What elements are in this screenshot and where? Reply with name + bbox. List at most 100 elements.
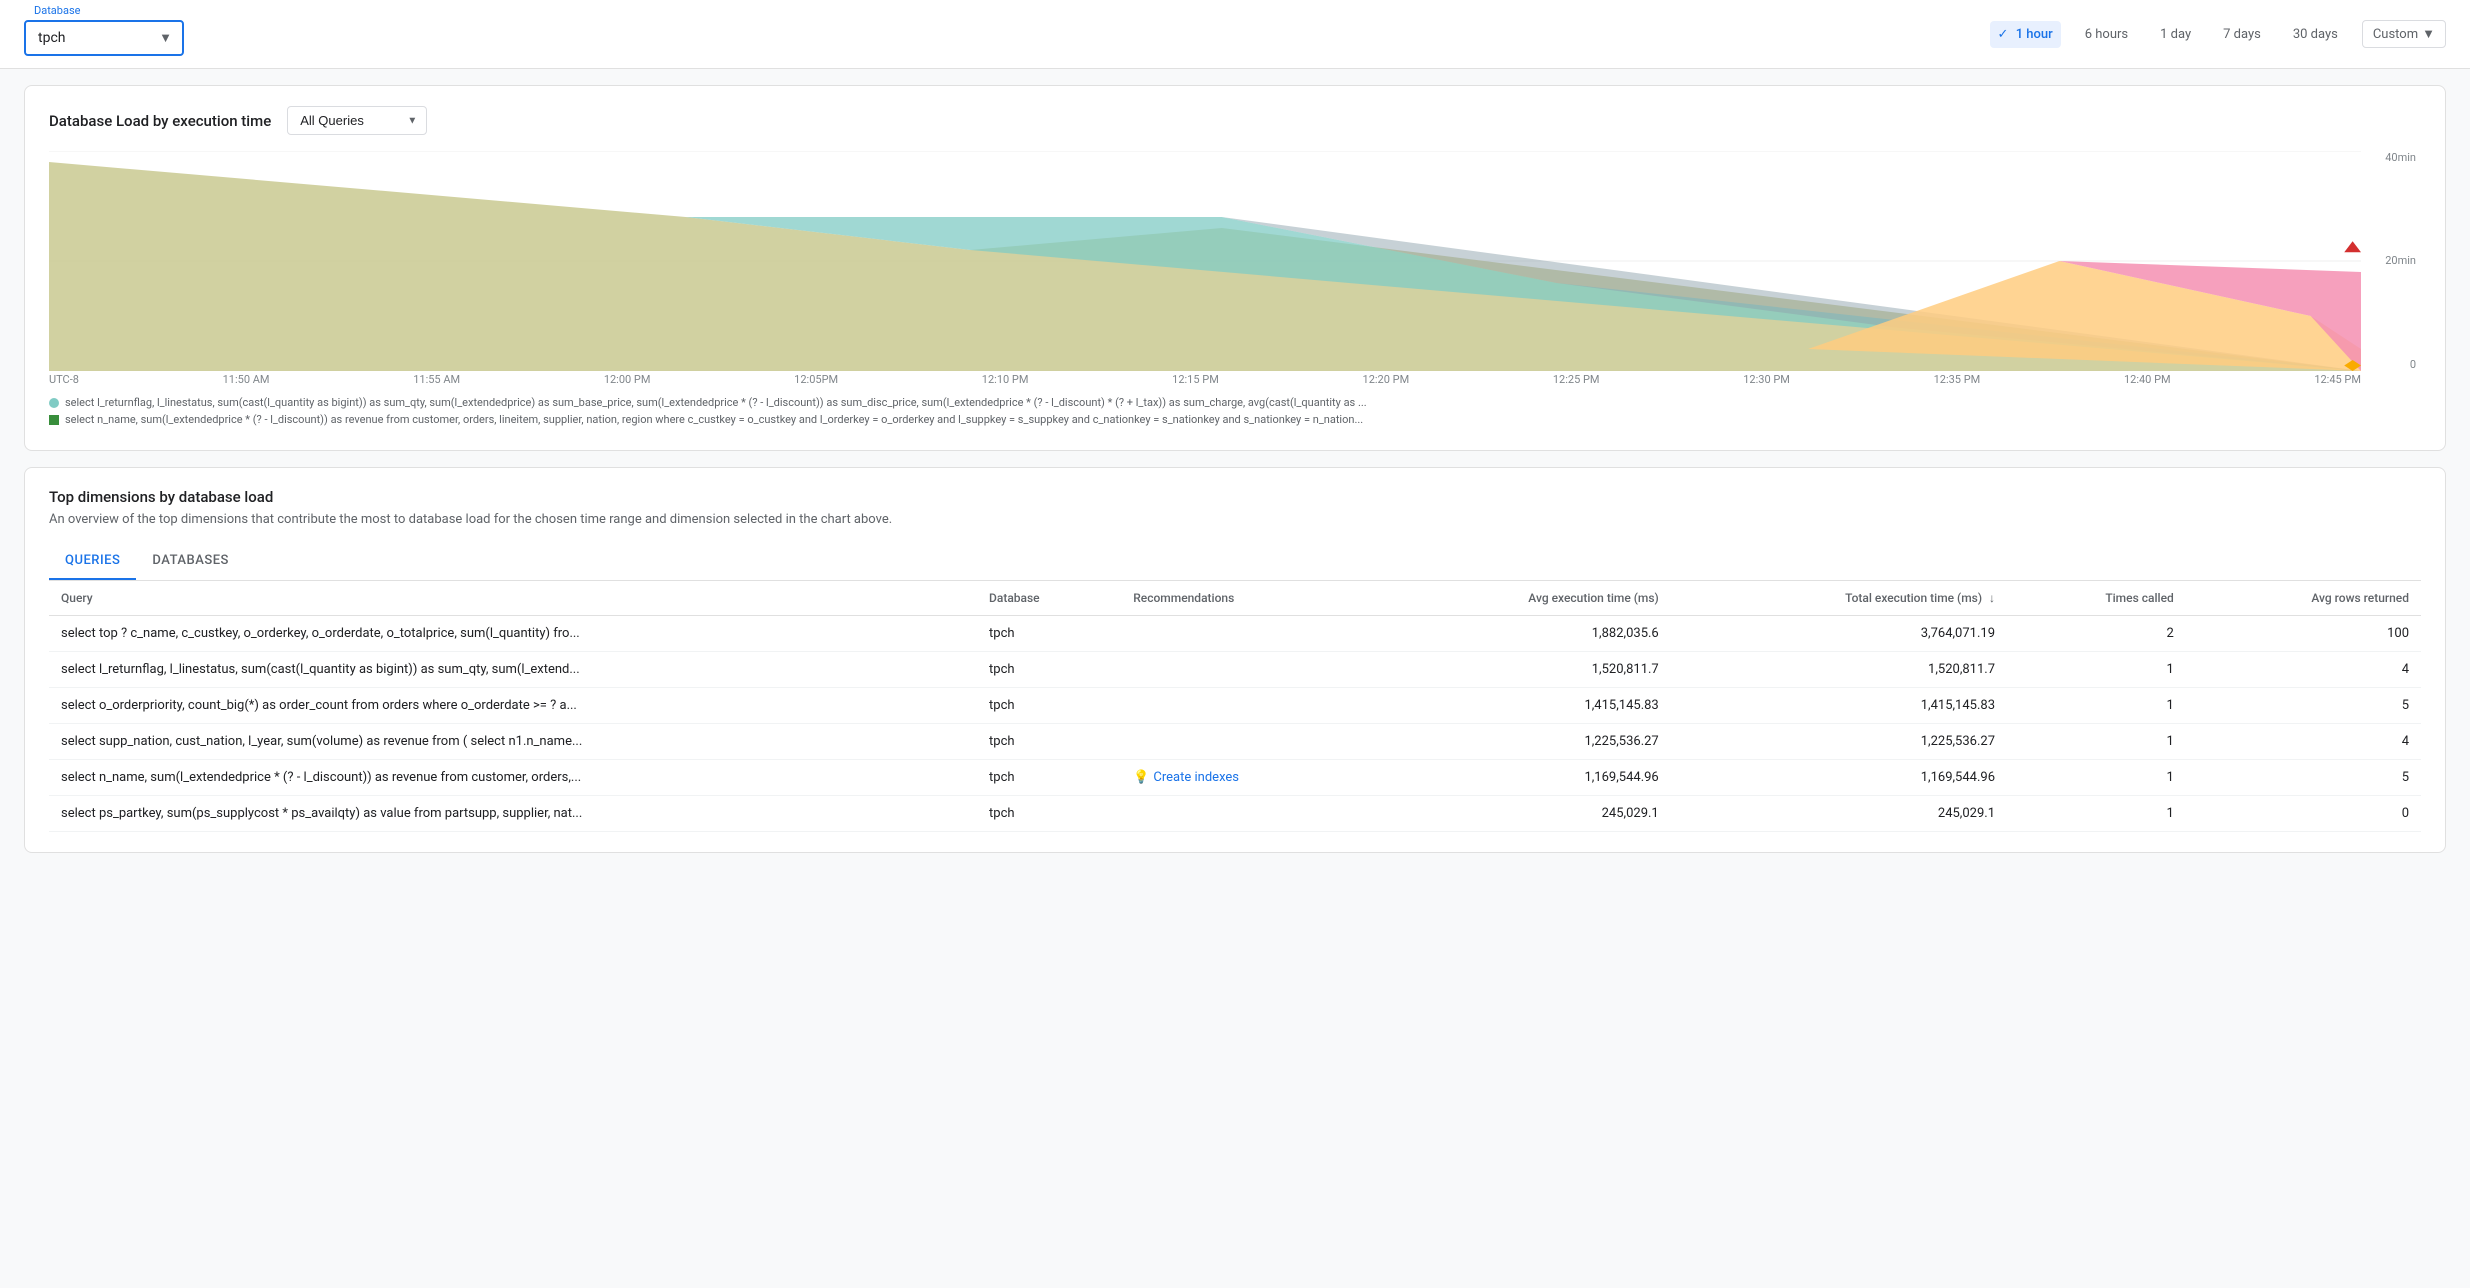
db-cell-0: tpch xyxy=(977,616,1121,652)
time-option-1d[interactable]: 1 day xyxy=(2152,21,2199,48)
rec-cell-2 xyxy=(1121,688,1372,724)
avg-rows-cell-4: 5 xyxy=(2186,760,2421,796)
section-description: An overview of the top dimensions that c… xyxy=(49,512,2421,527)
avg-exec-cell-1: 1,520,811.7 xyxy=(1372,652,1671,688)
th-avg-rows: Avg rows returned xyxy=(2186,581,2421,616)
db-cell-4: tpch xyxy=(977,760,1121,796)
create-indexes-link[interactable]: 💡 Create indexes xyxy=(1133,770,1360,785)
th-avg-exec: Avg execution time (ms) xyxy=(1372,581,1671,616)
time-option-custom[interactable]: Custom ▼ xyxy=(2362,20,2446,48)
table-body: select top ? c_name, c_custkey, o_orderk… xyxy=(49,616,2421,832)
chart-card-header: Database Load by execution time All Quer… xyxy=(49,106,2421,135)
table-row: select l_returnflag, l_linestatus, sum(c… xyxy=(49,652,2421,688)
table-row: select o_orderpriority, count_big(*) as … xyxy=(49,688,2421,724)
time-option-1h[interactable]: ✓ 1 hour xyxy=(1990,21,2061,48)
legend-text-0: select l_returnflag, l_linestatus, sum(c… xyxy=(65,396,1367,409)
x-label-7: 12:20 PM xyxy=(1363,373,1410,386)
queries-table: Query Database Recommendations Avg execu… xyxy=(49,581,2421,832)
th-recommendations: Recommendations xyxy=(1121,581,1372,616)
y-label-bottom: 0 xyxy=(2410,358,2416,371)
x-label-5: 12:10 PM xyxy=(982,373,1029,386)
top-bar: Database tpch ▼ ✓ 1 hour 6 hours 1 day 7… xyxy=(0,0,2470,69)
db-cell-5: tpch xyxy=(977,796,1121,832)
times-cell-2: 1 xyxy=(2007,688,2186,724)
x-label-3: 12:00 PM xyxy=(604,373,651,386)
x-label-12: 12:45 PM xyxy=(2314,373,2361,386)
th-database: Database xyxy=(977,581,1121,616)
legend-dot-0 xyxy=(49,398,59,408)
query-filter-select[interactable]: All Queries Specific Query xyxy=(287,106,427,135)
total-exec-cell-3: 1,225,536.27 xyxy=(1671,724,2007,760)
legend-item-1: select n_name, sum(l_extendedprice * (? … xyxy=(49,413,2421,426)
chart-container: 40min 20min 0 xyxy=(49,151,2361,371)
chart-legend: select l_returnflag, l_linestatus, sum(c… xyxy=(49,396,2421,426)
x-label-8: 12:25 PM xyxy=(1553,373,1600,386)
section-title: Top dimensions by database load xyxy=(49,488,2421,506)
table-row: select ps_partkey, sum(ps_supplycost * p… xyxy=(49,796,2421,832)
chart-card: Database Load by execution time All Quer… xyxy=(24,85,2446,451)
query-cell-1[interactable]: select l_returnflag, l_linestatus, sum(c… xyxy=(49,652,977,688)
x-label-10: 12:35 PM xyxy=(1934,373,1981,386)
chart-title: Database Load by execution time xyxy=(49,112,271,130)
time-option-7d[interactable]: 7 days xyxy=(2215,21,2269,48)
table-row: select supp_nation, cust_nation, l_year,… xyxy=(49,724,2421,760)
query-cell-3[interactable]: select supp_nation, cust_nation, l_year,… xyxy=(49,724,977,760)
times-cell-0: 2 xyxy=(2007,616,2186,652)
legend-square-1 xyxy=(49,415,59,425)
table-row: select top ? c_name, c_custkey, o_orderk… xyxy=(49,616,2421,652)
chart-area: 40min 20min 0 UTC-8 11:50 AM 11:55 AM 12… xyxy=(49,151,2421,388)
tab-queries[interactable]: QUERIES xyxy=(49,543,136,580)
rec-cell-4[interactable]: 💡 Create indexes xyxy=(1121,760,1372,796)
table-row: select n_name, sum(l_extendedprice * (? … xyxy=(49,760,2421,796)
x-label-4: 12:05PM xyxy=(794,373,838,386)
chevron-down-icon: ▼ xyxy=(2422,26,2435,42)
rec-cell-1 xyxy=(1121,652,1372,688)
query-cell-4[interactable]: select n_name, sum(l_extendedprice * (? … xyxy=(49,760,977,796)
th-times-called: Times called xyxy=(2007,581,2186,616)
th-query: Query xyxy=(49,581,977,616)
y-label-mid: 20min xyxy=(2385,254,2416,267)
rec-cell-5 xyxy=(1121,796,1372,832)
time-range-bar: ✓ 1 hour 6 hours 1 day 7 days 30 days Cu… xyxy=(1990,20,2446,48)
query-cell-5[interactable]: select ps_partkey, sum(ps_supplycost * p… xyxy=(49,796,977,832)
times-cell-3: 1 xyxy=(2007,724,2186,760)
total-exec-cell-1: 1,520,811.7 xyxy=(1671,652,2007,688)
avg-rows-cell-3: 4 xyxy=(2186,724,2421,760)
sort-desc-icon: ↓ xyxy=(1989,591,1995,605)
query-cell-0[interactable]: select top ? c_name, c_custkey, o_orderk… xyxy=(49,616,977,652)
avg-exec-cell-0: 1,882,035.6 xyxy=(1372,616,1671,652)
bottom-card: Top dimensions by database load An overv… xyxy=(24,467,2446,853)
times-cell-1: 1 xyxy=(2007,652,2186,688)
create-indexes-label: Create indexes xyxy=(1153,770,1239,785)
database-dropdown[interactable]: tpch ▼ xyxy=(24,20,184,56)
total-exec-cell-2: 1,415,145.83 xyxy=(1671,688,2007,724)
rec-cell-0 xyxy=(1121,616,1372,652)
chart-x-axis: UTC-8 11:50 AM 11:55 AM 12:00 PM 12:05PM… xyxy=(49,371,2361,388)
tabs-bar: QUERIES DATABASES xyxy=(49,543,2421,581)
table-header-row: Query Database Recommendations Avg execu… xyxy=(49,581,2421,616)
dropdown-arrow-icon: ▼ xyxy=(159,30,172,46)
avg-exec-cell-5: 245,029.1 xyxy=(1372,796,1671,832)
time-option-30d[interactable]: 30 days xyxy=(2285,21,2346,48)
x-label-2: 11:55 AM xyxy=(413,373,460,386)
times-cell-4: 1 xyxy=(2007,760,2186,796)
query-cell-2[interactable]: select o_orderpriority, count_big(*) as … xyxy=(49,688,977,724)
times-cell-5: 1 xyxy=(2007,796,2186,832)
avg-rows-cell-5: 0 xyxy=(2186,796,2421,832)
legend-text-1: select n_name, sum(l_extendedprice * (? … xyxy=(65,413,1363,426)
avg-rows-cell-2: 5 xyxy=(2186,688,2421,724)
query-filter-wrapper: All Queries Specific Query xyxy=(287,106,427,135)
x-label-1: 11:50 AM xyxy=(223,373,270,386)
avg-exec-cell-2: 1,415,145.83 xyxy=(1372,688,1671,724)
time-option-6h[interactable]: 6 hours xyxy=(2077,21,2136,48)
total-exec-cell-0: 3,764,071.19 xyxy=(1671,616,2007,652)
tab-databases[interactable]: DATABASES xyxy=(136,543,245,580)
x-label-11: 12:40 PM xyxy=(2124,373,2171,386)
th-total-exec[interactable]: Total execution time (ms) ↓ xyxy=(1671,581,2007,616)
x-label-9: 12:30 PM xyxy=(1743,373,1790,386)
total-exec-cell-4: 1,169,544.96 xyxy=(1671,760,2007,796)
avg-rows-cell-1: 4 xyxy=(2186,652,2421,688)
db-cell-3: tpch xyxy=(977,724,1121,760)
total-exec-cell-5: 245,029.1 xyxy=(1671,796,2007,832)
avg-rows-cell-0: 100 xyxy=(2186,616,2421,652)
